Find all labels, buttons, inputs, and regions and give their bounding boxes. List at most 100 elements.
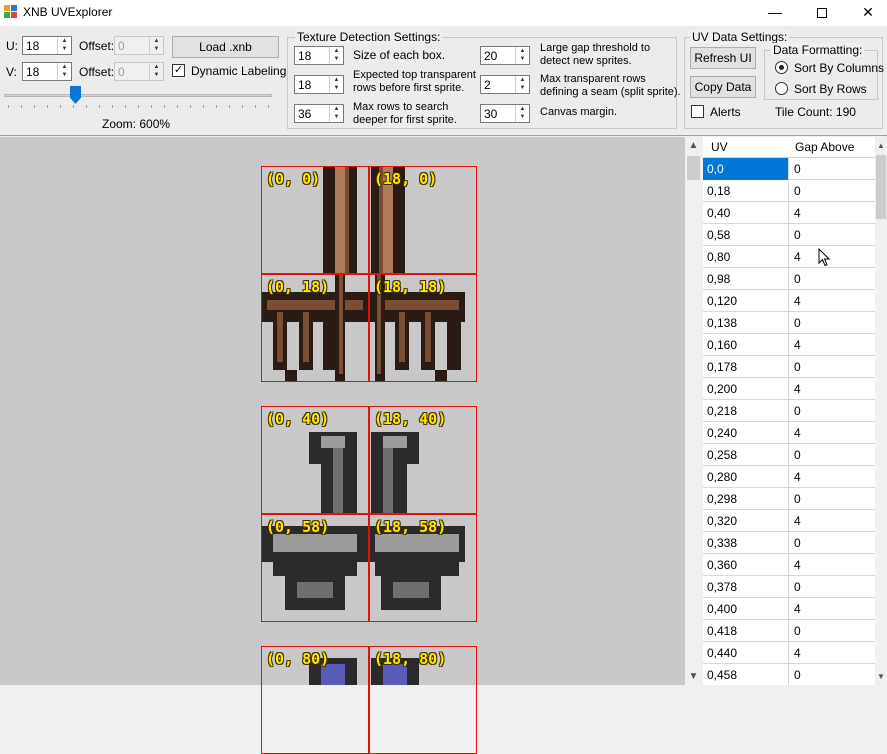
tile-box[interactable]: (18, 18) — [369, 274, 477, 382]
u-stepper[interactable]: 18 ▲ ▼ — [22, 36, 72, 55]
table-vertical-scrollbar[interactable]: ▲ ▼ — [875, 137, 887, 685]
uv-cell[interactable]: 0,418 — [703, 620, 789, 642]
load-xnb-button[interactable]: Load .xnb — [172, 36, 279, 58]
table-row[interactable]: 0,240 4 — [703, 422, 875, 444]
tile-box[interactable]: (18, 40) — [369, 406, 477, 514]
dynamic-labeling-checkbox[interactable]: ✓ — [172, 64, 185, 77]
canvas-vertical-scrollbar[interactable]: ▲ ▼ — [685, 137, 702, 685]
table-row[interactable]: 0,360 4 — [703, 554, 875, 576]
alerts-checkbox[interactable] — [691, 105, 704, 118]
gap-above-cell[interactable]: 4 — [790, 422, 875, 444]
table-row[interactable]: 0,320 4 — [703, 510, 875, 532]
gap-above-cell[interactable]: 0 — [790, 488, 875, 510]
box-size-stepper[interactable]: 18 ▲ ▼ — [294, 46, 344, 65]
uv-cell[interactable]: 0,18 — [703, 180, 789, 202]
table-row[interactable]: 0,298 0 — [703, 488, 875, 510]
tile-box[interactable]: (18, 80) — [369, 646, 477, 754]
gap-above-cell[interactable]: 4 — [790, 510, 875, 532]
uv-cell[interactable]: 0,58 — [703, 224, 789, 246]
table-row[interactable]: 0,280 4 — [703, 466, 875, 488]
table-row[interactable]: 0,458 0 — [703, 664, 875, 685]
table-row[interactable]: 0,338 0 — [703, 532, 875, 554]
gap-above-cell[interactable]: 0 — [790, 576, 875, 598]
uv-cell[interactable]: 0,98 — [703, 268, 789, 290]
uv-cell[interactable]: 0,440 — [703, 642, 789, 664]
table-row[interactable]: 0,418 0 — [703, 620, 875, 642]
uv-cell[interactable]: 0,320 — [703, 510, 789, 532]
table-row[interactable]: 0,200 4 — [703, 378, 875, 400]
table-row[interactable]: 0,178 0 — [703, 356, 875, 378]
uv-cell[interactable]: 0,160 — [703, 334, 789, 356]
uv-cell[interactable]: 0,458 — [703, 664, 789, 685]
maximize-button[interactable] — [799, 0, 845, 24]
gap-above-cell[interactable]: 0 — [790, 224, 875, 246]
gap-above-cell[interactable]: 4 — [790, 334, 875, 356]
gap-above-cell[interactable]: 0 — [790, 400, 875, 422]
minimize-button[interactable]: — — [752, 0, 798, 24]
canvas-margin-stepper[interactable]: 30 ▲ ▼ — [480, 104, 530, 123]
tile-box[interactable]: (0, 18) — [261, 274, 369, 382]
gap-above-cell[interactable]: 4 — [790, 202, 875, 224]
table-row[interactable]: 0,120 4 — [703, 290, 875, 312]
gap-above-cell[interactable]: 0 — [790, 444, 875, 466]
uv-cell[interactable]: 0,258 — [703, 444, 789, 466]
gap-above-cell[interactable]: 4 — [790, 290, 875, 312]
column-header-uv[interactable]: UV — [711, 140, 728, 154]
uv-cell[interactable]: 0,0 — [703, 158, 789, 180]
table-row[interactable]: 0,218 0 — [703, 400, 875, 422]
scroll-down-icon[interactable]: ▼ — [685, 668, 702, 685]
table-row[interactable]: 0,58 0 — [703, 224, 875, 246]
max-rows-stepper[interactable]: 36 ▲ ▼ — [294, 104, 344, 123]
gap-above-cell[interactable]: 4 — [790, 246, 875, 268]
uv-cell[interactable]: 0,240 — [703, 422, 789, 444]
scroll-thumb[interactable] — [687, 156, 700, 180]
table-row[interactable]: 0,258 0 — [703, 444, 875, 466]
seam-rows-stepper[interactable]: 2 ▲ ▼ — [480, 75, 530, 94]
sprite-canvas[interactable]: (0, 0) (18, 0) (0, 18) (18, 18) (0, 40) … — [0, 137, 685, 754]
uv-cell[interactable]: 0,120 — [703, 290, 789, 312]
tile-box[interactable]: (0, 0) — [261, 166, 369, 274]
close-button[interactable]: ✕ — [845, 0, 887, 24]
sort-by-rows-radio[interactable] — [775, 82, 788, 95]
uv-data-table[interactable]: UV Gap Above 0,0 0 0,18 0 0,40 4 0,58 0 0,80 4 0,9… — [703, 137, 875, 685]
tile-box[interactable]: (18, 0) — [369, 166, 477, 274]
scroll-thumb[interactable] — [876, 155, 886, 219]
gap-above-cell[interactable]: 4 — [790, 642, 875, 664]
gap-above-cell[interactable]: 0 — [790, 158, 875, 180]
sort-by-columns-radio[interactable] — [775, 61, 788, 74]
table-row[interactable]: 0,378 0 — [703, 576, 875, 598]
table-row[interactable]: 0,98 0 — [703, 268, 875, 290]
gap-above-cell[interactable]: 0 — [790, 532, 875, 554]
table-row[interactable]: 0,138 0 — [703, 312, 875, 334]
tile-box[interactable]: (0, 40) — [261, 406, 369, 514]
scroll-up-icon[interactable]: ▲ — [875, 137, 887, 154]
top-transparent-stepper[interactable]: 18 ▲ ▼ — [294, 75, 344, 94]
uv-cell[interactable]: 0,200 — [703, 378, 789, 400]
zoom-slider-track[interactable] — [4, 94, 272, 97]
table-row[interactable]: 0,80 4 — [703, 246, 875, 268]
table-row[interactable]: 0,440 4 — [703, 642, 875, 664]
table-row[interactable]: 0,160 4 — [703, 334, 875, 356]
tile-box[interactable]: (18, 58) — [369, 514, 477, 622]
uv-cell[interactable]: 0,40 — [703, 202, 789, 224]
scroll-down-icon[interactable]: ▼ — [875, 668, 887, 685]
gap-above-cell[interactable]: 4 — [790, 598, 875, 620]
gap-above-cell[interactable]: 0 — [790, 180, 875, 202]
table-row[interactable]: 0,40 4 — [703, 202, 875, 224]
uv-cell[interactable]: 0,138 — [703, 312, 789, 334]
uv-cell[interactable]: 0,218 — [703, 400, 789, 422]
gap-above-cell[interactable]: 4 — [790, 466, 875, 488]
table-row[interactable]: 0,18 0 — [703, 180, 875, 202]
v-stepper[interactable]: 18 ▲ ▼ — [22, 62, 72, 81]
uv-cell[interactable]: 0,80 — [703, 246, 789, 268]
gap-above-cell[interactable]: 4 — [790, 378, 875, 400]
tile-box[interactable]: (0, 80) — [261, 646, 369, 754]
uv-cell[interactable]: 0,400 — [703, 598, 789, 620]
gap-above-cell[interactable]: 0 — [790, 268, 875, 290]
gap-above-cell[interactable]: 0 — [790, 620, 875, 642]
uv-cell[interactable]: 0,280 — [703, 466, 789, 488]
table-row[interactable]: 0,0 0 — [703, 158, 875, 180]
gap-above-cell[interactable]: 0 — [790, 664, 875, 685]
uv-cell[interactable]: 0,360 — [703, 554, 789, 576]
table-row[interactable]: 0,400 4 — [703, 598, 875, 620]
